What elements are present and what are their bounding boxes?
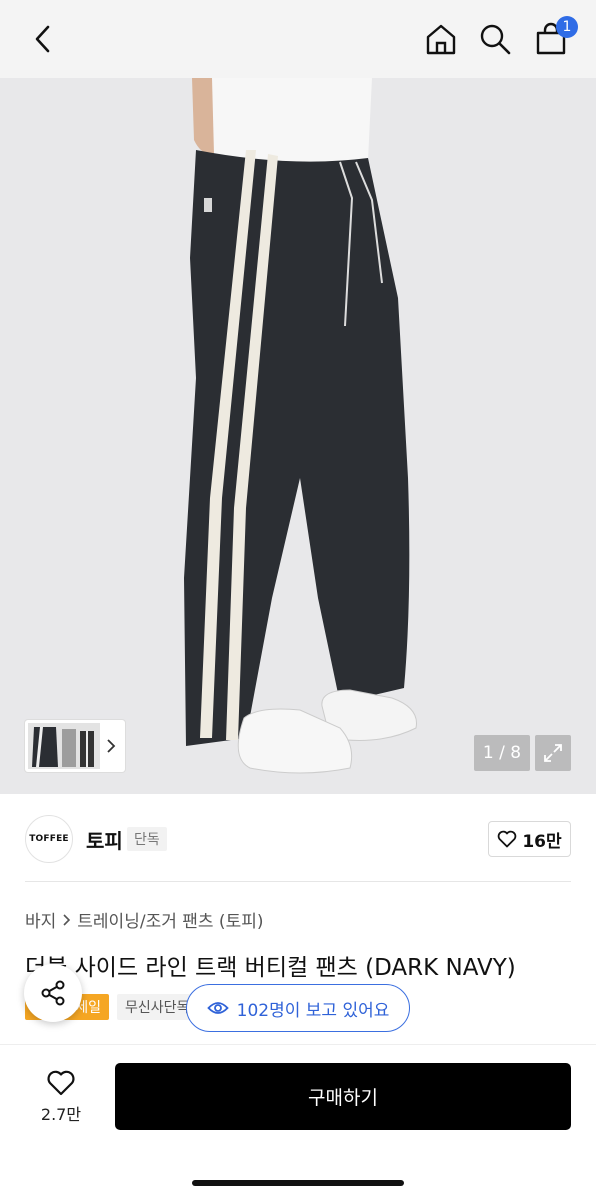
- breadcrumb: 바지 트레이닝/조거 팬츠 (토피): [25, 907, 263, 932]
- cart-count-badge: 1: [556, 16, 578, 38]
- back-button[interactable]: [22, 18, 64, 60]
- breadcrumb-item[interactable]: 트레이닝/조거 팬츠 (토피): [77, 907, 263, 932]
- home-icon: [426, 24, 456, 55]
- chevron-right-icon: [107, 739, 116, 753]
- cart-button[interactable]: 1: [530, 16, 578, 60]
- share-button[interactable]: [24, 964, 82, 1022]
- divider: [25, 881, 571, 882]
- image-page-counter: 1 / 8: [474, 735, 530, 771]
- expand-button[interactable]: [535, 735, 571, 771]
- brand-exclusive-tag: 단독: [127, 827, 167, 851]
- heart-icon: [498, 830, 517, 848]
- brand-like-count: 16만: [522, 831, 562, 852]
- breadcrumb-item[interactable]: 바지: [25, 907, 56, 932]
- product-image[interactable]: 1 / 8: [0, 78, 596, 794]
- wishlist-count: 2.7만: [40, 1105, 82, 1124]
- brand-logo[interactable]: TOFFEE: [25, 815, 73, 863]
- wishlist-button[interactable]: 2.7만: [24, 1064, 98, 1130]
- brand-name[interactable]: 토피: [86, 825, 123, 854]
- chevron-right-icon: [63, 913, 71, 926]
- viewers-text: 102명이 보고 있어요: [236, 1000, 390, 1021]
- bottom-bar-divider: [0, 1044, 596, 1045]
- expand-icon: [544, 744, 562, 762]
- thumbnail-image[interactable]: [28, 723, 100, 769]
- heart-icon: [47, 1070, 75, 1096]
- product-title: 더블 사이드 라인 트랙 버티컬 팬츠 (DARK NAVY): [25, 955, 516, 981]
- buy-button[interactable]: 구매하기: [115, 1063, 571, 1130]
- home-indicator: [192, 1180, 404, 1186]
- share-icon: [41, 980, 65, 1006]
- viewers-count-pill: 102명이 보고 있어요: [186, 984, 410, 1032]
- product-photo: [0, 78, 596, 794]
- top-nav-bar: 1: [0, 0, 596, 78]
- thumbnail-strip[interactable]: [25, 720, 125, 772]
- brand-like-button[interactable]: 16만: [488, 821, 571, 857]
- chevron-left-icon: [35, 25, 50, 53]
- eye-icon: [206, 1002, 229, 1014]
- home-button[interactable]: [420, 18, 462, 60]
- search-button[interactable]: [474, 18, 516, 60]
- search-icon: [480, 24, 511, 55]
- brand-row: TOFFEE 토피 단독 16만: [0, 795, 596, 881]
